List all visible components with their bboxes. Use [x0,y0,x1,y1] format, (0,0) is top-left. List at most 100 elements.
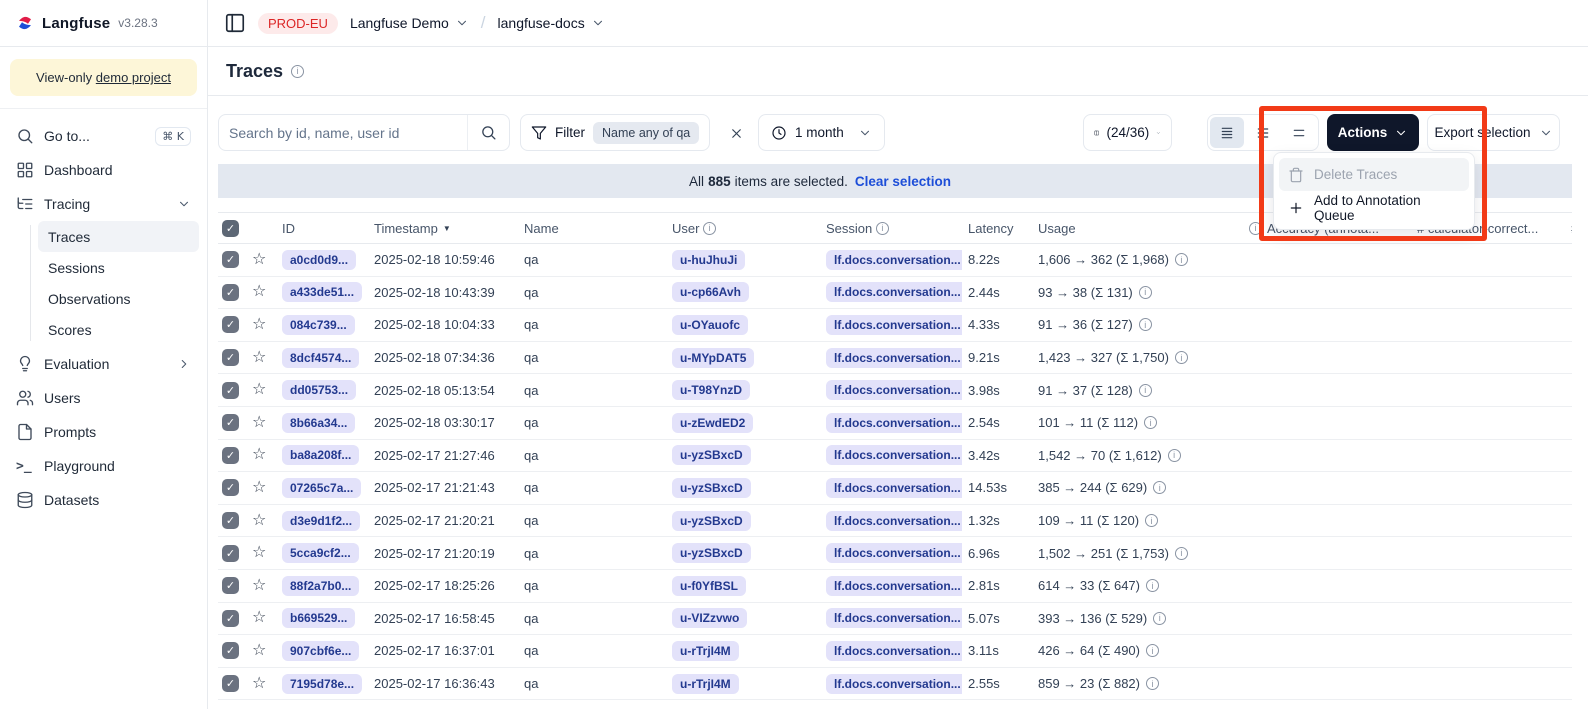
table-row[interactable]: ✓ ☆ 907cbf6e... 2025-02-17 16:37:01 qa u… [218,635,1572,668]
clear-filter-button[interactable] [722,119,750,147]
star-icon[interactable]: ☆ [252,382,266,398]
star-icon[interactable]: ☆ [252,610,266,626]
trace-id-badge[interactable]: 084c739... [282,315,355,335]
row-checkbox[interactable]: ✓ [222,414,239,431]
sidebar-item-observations[interactable]: Observations [38,283,199,314]
user-badge[interactable]: u-yzSBxcD [672,543,751,563]
user-badge[interactable]: u-yzSBxcD [672,478,751,498]
sidebar-item-tracing[interactable]: Tracing [8,187,199,221]
time-range-button[interactable]: 1 month [758,114,885,151]
demo-project-link[interactable]: demo project [96,70,171,85]
table-row[interactable]: ✓ ☆ a0cd0d9... 2025-02-18 10:59:46 qa u-… [218,244,1572,277]
table-row[interactable]: ✓ ☆ 5cca9cf2... 2025-02-17 21:20:19 qa u… [218,537,1572,570]
org-switcher[interactable]: Langfuse Demo [350,15,469,31]
user-badge[interactable]: u-T98YnzD [672,380,750,400]
star-icon[interactable]: ☆ [252,252,266,268]
table-row[interactable]: ✓ ☆ dd05753... 2025-02-18 05:13:54 qa u-… [218,374,1572,407]
row-checkbox[interactable]: ✓ [222,382,239,399]
session-badge[interactable]: lf.docs.conversation... [826,315,962,335]
user-badge[interactable]: u-huJhuJi [672,250,745,270]
col-timestamp[interactable]: Timestamp▼ [368,221,518,236]
sidebar-item-traces[interactable]: Traces [38,221,199,252]
star-icon[interactable]: ☆ [252,513,266,529]
table-row[interactable]: ✓ ☆ 084c739... 2025-02-18 10:04:33 qa u-… [218,309,1572,342]
table-row[interactable]: ✓ ☆ 8dcf4574... 2025-02-18 07:34:36 qa u… [218,342,1572,375]
export-selection-button[interactable]: Export selection [1427,114,1560,151]
row-checkbox[interactable]: ✓ [222,349,239,366]
filter-button[interactable]: Filter Name any of qa [520,114,710,151]
trace-id-badge[interactable]: ba8a208f... [282,445,359,465]
trace-id-badge[interactable]: 5cca9cf2... [282,543,359,563]
star-icon[interactable]: ☆ [252,676,266,692]
sidebar-item-goto[interactable]: Go to... ⌘ K [8,119,199,153]
user-badge[interactable]: u-zEwdED2 [672,413,753,433]
row-checkbox[interactable]: ✓ [222,479,239,496]
star-icon[interactable]: ☆ [252,643,266,659]
user-badge[interactable]: u-OYauofc [672,315,748,335]
star-icon[interactable]: ☆ [252,480,266,496]
session-badge[interactable]: lf.docs.conversation... [826,250,962,270]
table-row[interactable]: ✓ ☆ 8b66a34... 2025-02-18 03:30:17 qa u-… [218,407,1572,440]
trace-id-badge[interactable]: 907cbf6e... [282,641,359,661]
trace-id-badge[interactable]: 88f2a7b0... [282,576,359,596]
row-checkbox[interactable]: ✓ [222,675,239,692]
row-checkbox[interactable]: ✓ [222,251,239,268]
row-checkbox[interactable]: ✓ [222,545,239,562]
sidebar-item-datasets[interactable]: Datasets [8,483,199,517]
col-name[interactable]: Name [518,221,666,236]
columns-button[interactable]: (24/36) [1083,114,1172,151]
trace-id-badge[interactable]: 8dcf4574... [282,348,359,368]
sidebar-item-sessions[interactable]: Sessions [38,252,199,283]
table-row[interactable]: ✓ ☆ d3e9d1f2... 2025-02-17 21:20:21 qa u… [218,505,1572,538]
sidebar-item-users[interactable]: Users [8,381,199,415]
session-badge[interactable]: lf.docs.conversation... [826,608,962,628]
star-icon[interactable]: ☆ [252,350,266,366]
project-switcher[interactable]: langfuse-docs [498,15,605,31]
row-checkbox[interactable]: ✓ [222,577,239,594]
row-height-large-button[interactable] [1282,117,1316,148]
session-badge[interactable]: lf.docs.conversation... [826,380,962,400]
session-badge[interactable]: lf.docs.conversation... [826,413,962,433]
clear-selection-link[interactable]: Clear selection [855,174,951,189]
star-icon[interactable]: ☆ [252,545,266,561]
sidebar-item-scores[interactable]: Scores [38,314,199,345]
user-badge[interactable]: u-rTrjI4M [672,674,739,694]
col-latency[interactable]: Latency [962,221,1032,236]
trace-id-badge[interactable]: a0cd0d9... [282,250,356,270]
env-badge[interactable]: PROD-EU [258,13,338,34]
session-badge[interactable]: lf.docs.conversation... [826,576,962,596]
session-badge[interactable]: lf.docs.conversation... [826,348,962,368]
row-checkbox[interactable]: ✓ [222,316,239,333]
user-badge[interactable]: u-cp66Avh [672,282,749,302]
session-badge[interactable]: lf.docs.conversation... [826,445,962,465]
session-badge[interactable]: lf.docs.conversation... [826,674,962,694]
sidebar-item-prompts[interactable]: Prompts [8,415,199,449]
table-row[interactable]: ✓ ☆ 88f2a7b0... 2025-02-17 18:25:26 qa u… [218,570,1572,603]
session-badge[interactable]: lf.docs.conversation... [826,641,962,661]
session-badge[interactable]: lf.docs.conversation... [826,282,962,302]
trace-id-badge[interactable]: 8b66a34... [282,413,355,433]
search-input[interactable] [219,115,467,150]
table-row[interactable]: ✓ ☆ b669529... 2025-02-17 16:58:45 qa u-… [218,603,1572,636]
sidebar-item-dashboard[interactable]: Dashboard [8,153,199,187]
sidebar-item-evaluation[interactable]: Evaluation [8,347,199,381]
session-badge[interactable]: lf.docs.conversation... [826,511,962,531]
row-checkbox[interactable]: ✓ [222,512,239,529]
star-icon[interactable]: ☆ [252,317,266,333]
session-badge[interactable]: lf.docs.conversation... [826,478,962,498]
user-badge[interactable]: u-yzSBxcD [672,445,751,465]
col-session[interactable]: Session i [820,221,962,236]
select-all-checkbox[interactable]: ✓ [222,220,239,237]
menu-item-add-annotation-queue[interactable]: Add to Annotation Queue [1279,191,1469,224]
user-badge[interactable]: u-VIZzvwo [672,608,747,628]
trace-id-badge[interactable]: dd05753... [282,380,356,400]
session-badge[interactable]: lf.docs.conversation... [826,543,962,563]
star-icon[interactable]: ☆ [252,578,266,594]
sidebar-item-playground[interactable]: >_ Playground [8,449,199,483]
star-icon[interactable]: ☆ [252,447,266,463]
user-badge[interactable]: u-f0YfBSL [672,576,746,596]
row-checkbox[interactable]: ✓ [222,447,239,464]
trace-id-badge[interactable]: 7195d78e... [282,674,362,694]
row-height-small-button[interactable] [1210,117,1244,148]
trace-id-badge[interactable]: d3e9d1f2... [282,511,360,531]
